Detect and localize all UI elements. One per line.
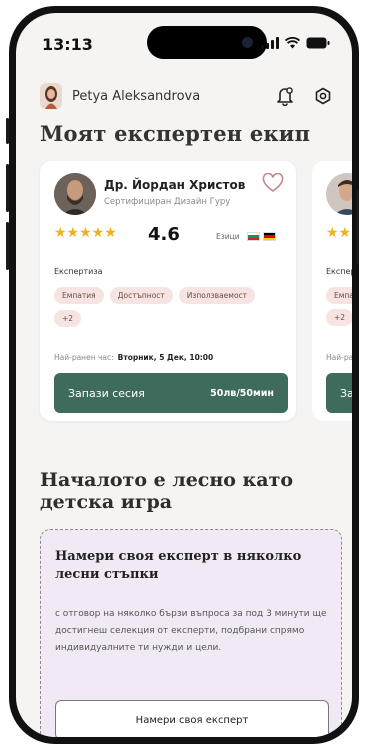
expert-photo (54, 173, 96, 215)
languages-label: Езици (216, 232, 240, 241)
user-avatar[interactable] (40, 83, 62, 109)
dynamic-island (147, 26, 267, 59)
flag-germany-icon (263, 232, 276, 241)
expertise-label: Експер (326, 267, 352, 276)
earliest-slot: Най-ранен час: Вторник, 5 Дек, 10:00 (54, 353, 213, 362)
earliest-value: Вторник, 5 Дек, 10:00 (117, 353, 214, 362)
expert-card-peek[interactable]: ★★★ Експер Емпа +2 Най-ра Зап (312, 161, 352, 421)
wifi-icon (285, 37, 300, 49)
expertise-tags: Емпатия Достъпност Използваемост +2 (54, 287, 284, 327)
expertise-tag: Емпа (326, 287, 352, 304)
expert-name: Др. Йордан Христов (104, 178, 246, 192)
expertise-tag: Емпатия (54, 287, 104, 304)
earliest-label: Най-ранен час: (54, 353, 114, 362)
book-session-label: Зап (340, 386, 352, 400)
flag-bulgaria-icon (247, 232, 260, 241)
book-session-button[interactable]: Зап (326, 373, 352, 413)
expertise-tag: Достъпност (109, 287, 173, 304)
rating-stars: ★★★ (326, 225, 352, 241)
side-button (6, 118, 9, 144)
expert-card[interactable]: Др. Йордан Христов Сертифициран Дизайн Г… (40, 161, 296, 421)
signal-icon (261, 37, 279, 49)
session-price: 50лв/50мин (210, 387, 274, 399)
heart-icon[interactable] (262, 172, 284, 197)
section-title-start: Началото е лесно като детска игра (40, 469, 294, 513)
expertise-label: Експертиза (54, 267, 103, 276)
battery-icon (306, 37, 330, 49)
rating-value: 4.6 (148, 224, 180, 245)
more-tags-badge[interactable]: +2 (326, 309, 352, 326)
find-expert-title: Намери своя експерт в няколко лесни стъп… (55, 549, 302, 582)
bell-icon[interactable] (274, 85, 296, 107)
expert-photo (326, 173, 352, 215)
find-expert-button[interactable]: Намери своя експерт (55, 700, 329, 737)
book-session-label: Запази сесия (68, 386, 145, 400)
top-bar: Petya Aleksandrova (40, 81, 334, 111)
language-flags (247, 232, 276, 241)
settings-icon[interactable] (312, 85, 334, 107)
status-time: 13:13 (42, 35, 93, 54)
rating-stars: ★★★★★ (54, 225, 117, 241)
user-name: Petya Aleksandrova (72, 88, 201, 104)
phone-frame: 13:13 Petya Aleksandrova Моят експертен … (9, 6, 359, 744)
volume-down-button (6, 222, 9, 270)
earliest-label: Най-ра (326, 353, 352, 362)
volume-up-button (6, 164, 9, 212)
expertise-tag: Използваемост (178, 287, 256, 304)
more-tags-badge[interactable]: +2 (54, 310, 82, 327)
app-screen: 13:13 Petya Aleksandrova Моят експертен … (16, 13, 352, 737)
power-button (356, 190, 359, 264)
book-session-button[interactable]: Запази сесия 50лв/50мин (54, 373, 288, 413)
status-icons (261, 37, 330, 49)
expert-title: Сертифициран Дизайн Гуру (104, 197, 231, 207)
find-expert-panel: Намери своя експерт в няколко лесни стъп… (40, 529, 342, 737)
find-expert-description: с отговор на няколко бързи въпроса за по… (55, 609, 327, 653)
section-title-team: Моят експертен екип (40, 121, 311, 146)
